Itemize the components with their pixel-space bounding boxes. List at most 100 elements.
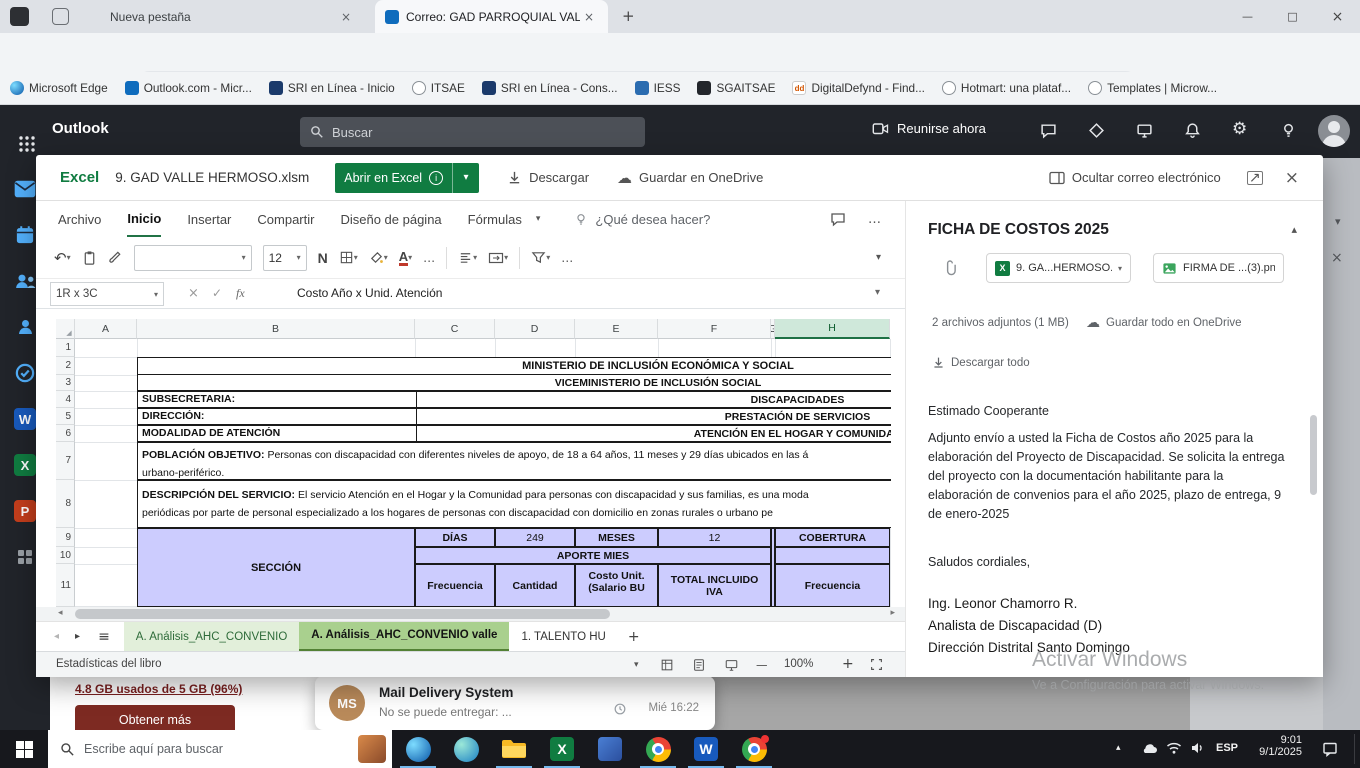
close-tab-icon[interactable]: × <box>580 10 598 24</box>
user-avatar[interactable] <box>1318 115 1350 147</box>
sort-filter-button[interactable]: ▾ <box>531 250 550 265</box>
open-options-chevron-icon[interactable]: ▾ <box>453 172 479 183</box>
devices-icon[interactable] <box>1136 122 1153 139</box>
name-box[interactable]: 1R x 3C▾ <box>50 282 164 306</box>
sheet-prev-icon[interactable]: ◂ <box>54 631 59 642</box>
add-sheet-icon[interactable]: + <box>628 629 640 645</box>
row-header[interactable]: 7 <box>56 442 75 480</box>
borders-button[interactable]: ▾ <box>339 250 358 265</box>
taskbar-file-explorer-icon[interactable] <box>490 730 538 768</box>
popout-icon[interactable]: ↗ <box>1247 171 1263 185</box>
bookmark-item[interactable]: SRI en Línea - Cons... <box>482 81 618 95</box>
row-header[interactable]: 11 <box>56 564 75 607</box>
ribbon-more-icon[interactable]: … <box>868 212 881 227</box>
open-in-excel-button[interactable]: Abrir en Excel i ▾ <box>335 163 479 193</box>
page-layout-icon[interactable] <box>692 658 706 672</box>
zoom-out-icon[interactable]: — <box>756 658 768 672</box>
close-viewer-icon[interactable]: × <box>1285 168 1299 188</box>
row-header[interactable]: 3 <box>56 375 75 391</box>
ribbon-tab-compartir[interactable]: Compartir <box>257 201 314 237</box>
fill-color-button[interactable]: ▾ <box>369 250 388 265</box>
browser-tab-inactive[interactable]: Nueva pestaña × <box>100 0 365 33</box>
teams-chat-icon[interactable] <box>1040 122 1057 139</box>
taskbar-edge-icon[interactable] <box>394 730 442 768</box>
taskbar-word-icon[interactable]: W <box>682 730 730 768</box>
cell-row-direccion[interactable]: DIRECCIÓN: PRESTACIÓN DE SERVICIOS <box>137 408 891 425</box>
ribbon-tab-inicio[interactable]: Inicio <box>127 201 161 237</box>
font-family-select[interactable]: ▾ <box>134 245 252 271</box>
close-tab-icon[interactable]: × <box>337 10 355 24</box>
cell-dias-label[interactable]: DÍAS <box>415 528 495 547</box>
bookmark-item[interactable]: Templates | Microw... <box>1088 81 1217 95</box>
scroll-right-icon[interactable]: ▸ <box>890 608 895 618</box>
formula-input[interactable]: Costo Año x Unid. Atención <box>297 286 837 300</box>
tray-wifi-icon[interactable] <box>1166 741 1182 755</box>
email-scrollbar-thumb[interactable] <box>1310 415 1317 495</box>
cell-poblacion-objetivo[interactable]: POBLACIÓN OBJETIVO: Personas con discapa… <box>137 442 891 480</box>
collapse-email-chevron-icon[interactable]: ▴ <box>1291 223 1297 236</box>
row-header[interactable]: 9 <box>56 528 75 547</box>
tab-actions-icon[interactable] <box>52 8 69 25</box>
toolbar-collapse-chevron-icon[interactable]: ▾ <box>876 252 881 263</box>
maximize-button[interactable]: □ <box>1270 0 1315 33</box>
workbook-statistics-button[interactable]: Estadísticas del libro <box>56 658 161 670</box>
meet-now-button[interactable]: Reunirse ahora <box>872 121 986 136</box>
tell-me-button[interactable]: ¿Qué desea hacer? <box>574 212 710 227</box>
app-launcher-icon[interactable] <box>18 120 36 153</box>
cell-cantidad[interactable]: Cantidad <box>495 564 575 607</box>
bookmark-item[interactable]: ddDigitalDefynd - Find... <box>792 81 924 95</box>
download-button[interactable]: Descargar <box>507 170 589 185</box>
attachment-chip-png[interactable]: FIRMA DE ...(3).png <box>1153 253 1284 283</box>
column-header-selected[interactable]: H <box>775 319 890 339</box>
cell-meses-value[interactable]: 12 <box>658 528 771 547</box>
select-all-corner[interactable]: ◢ <box>56 319 75 339</box>
taskbar-app-icon[interactable] <box>586 730 634 768</box>
tray-onedrive-icon[interactable] <box>1142 742 1158 754</box>
cell-frecuencia-2[interactable]: Frecuencia <box>775 564 890 607</box>
browser-tab-active[interactable]: Correo: GAD PARROQUIAL VALLE × <box>375 0 608 33</box>
new-tab-button[interactable]: + <box>622 7 635 25</box>
row-header[interactable]: 4 <box>56 391 75 408</box>
cell-descripcion-servicio[interactable]: DESCRIPCIÓN DEL SERVICIO: El servicio At… <box>137 480 891 528</box>
taskbar-chrome-icon[interactable] <box>634 730 682 768</box>
row-header[interactable]: 8 <box>56 480 75 528</box>
bookmark-item[interactable]: IESS <box>635 81 681 95</box>
cell-viceministerio[interactable]: VICEMINISTERIO DE INCLUSIÓN SOCIAL <box>138 375 891 390</box>
sheet-tab[interactable]: A. Análisis_AHC_CONVENIO <box>124 622 299 652</box>
cell-ministerio[interactable]: MINISTERIO DE INCLUSIÓN ECONÓMICA Y SOCI… <box>138 358 891 375</box>
display-mode-icon[interactable] <box>724 658 739 672</box>
row-header[interactable]: 6 <box>56 425 75 442</box>
sheet-tab-active[interactable]: A. Análisis_AHC_CONVENIO valle <box>299 622 509 652</box>
format-painter-icon[interactable] <box>108 250 123 265</box>
spreadsheet-grid[interactable]: ◢ A B C D E F G H 1 2 3 4 5 6 7 8 9 10 <box>36 319 891 607</box>
notifications-bell-icon[interactable] <box>1184 122 1201 139</box>
ribbon-tab-insertar[interactable]: Insertar <box>187 201 231 237</box>
start-button[interactable] <box>0 730 48 768</box>
tray-clock[interactable]: 9:01 9/1/2025 <box>1246 734 1302 758</box>
column-header[interactable]: D <box>495 319 575 339</box>
premium-icon[interactable] <box>1088 122 1105 139</box>
show-desktop-divider[interactable] <box>1354 734 1355 764</box>
zoom-in-icon[interactable]: + <box>842 656 854 672</box>
cell-frecuencia[interactable]: Frecuencia <box>415 564 495 607</box>
attachment-chip-xlsm[interactable]: X 9. GA...HERMOSO.xlsm ▾ <box>986 253 1131 283</box>
row-header[interactable]: 1 <box>56 339 75 357</box>
hide-email-button[interactable]: Ocultar correo electrónico <box>1049 170 1221 185</box>
cancel-entry-icon[interactable]: × <box>188 286 199 301</box>
cell-modalidad-value[interactable]: ATENCIÓN EN EL HOGAR Y COMUNIDAD <box>416 426 891 441</box>
merge-cells-button[interactable]: ▾ <box>488 251 508 265</box>
sheet-list-icon[interactable]: ≡ <box>98 629 110 645</box>
formula-bar-expand-chevron-icon[interactable]: ▾ <box>875 287 880 298</box>
bookmark-item[interactable]: SRI en Línea - Inicio <box>269 81 395 95</box>
row-header[interactable]: 2 <box>56 357 75 375</box>
cell-row-subsecretaria[interactable]: SUBSECRETARIA: DISCAPACIDADES <box>137 391 891 408</box>
cell-title-block[interactable]: MINISTERIO DE INCLUSIÓN ECONÓMICA Y SOCI… <box>137 357 891 391</box>
cell-meses-label[interactable]: MESES <box>575 528 658 547</box>
cell-cobertura[interactable]: COBERTURA <box>775 528 890 547</box>
cell-seccion[interactable]: SECCIÓN <box>137 528 415 607</box>
clipboard-paste-icon[interactable] <box>82 250 97 266</box>
comments-icon[interactable] <box>830 211 846 227</box>
taskbar-excel-icon[interactable]: X <box>538 730 586 768</box>
column-header[interactable]: C <box>415 319 495 339</box>
scrollbar-thumb[interactable] <box>75 609 610 619</box>
